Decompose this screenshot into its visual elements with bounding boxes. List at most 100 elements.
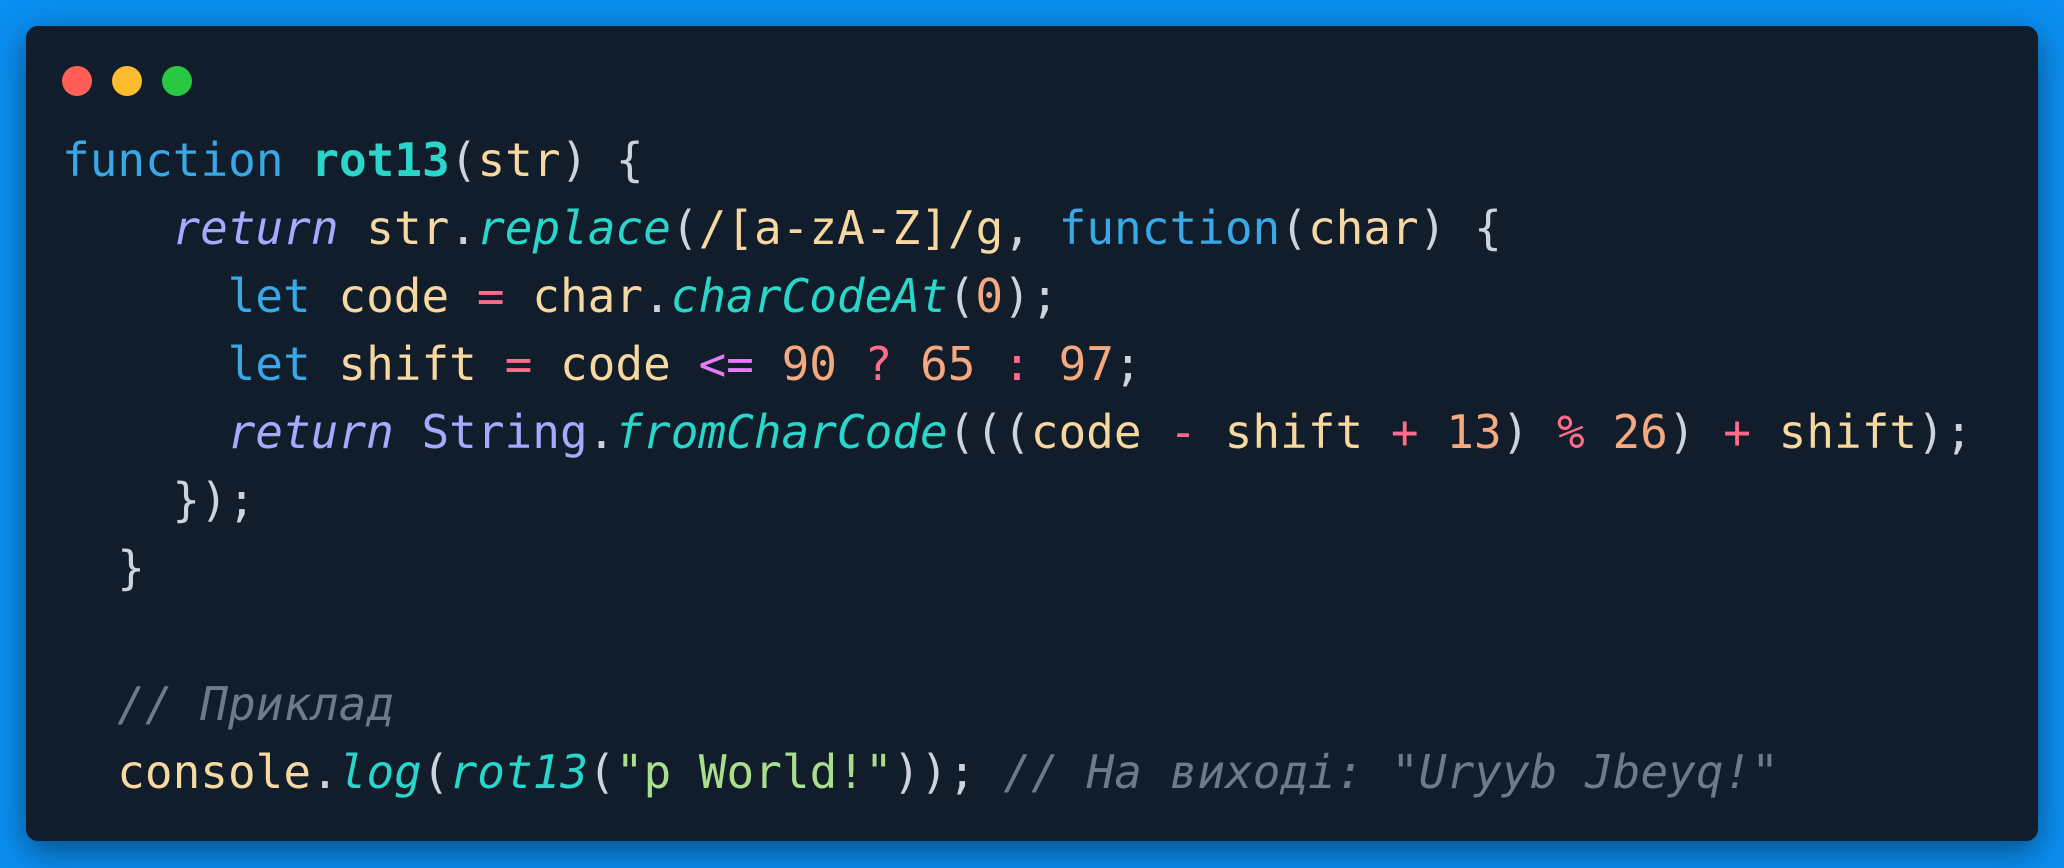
code-token: /[a-zA-Z]/g [698,201,1004,255]
code-token: ) { [560,133,644,187]
code-token: console [117,745,312,799]
code-token: : [1003,337,1031,391]
code-token: char [1307,201,1419,255]
code-token: = [476,269,505,323]
code-token: . [449,201,478,255]
code-block: function rot13(str) {return str.replace(… [62,126,1973,806]
close-window-dot-icon[interactable] [62,66,92,96]
code-token: shift [338,337,477,391]
zoom-window-dot-icon[interactable] [162,66,192,96]
code-token: ( [449,133,478,187]
code-token: }); [172,473,256,527]
code-token: ; [1113,337,1142,391]
code-token: shift [1224,405,1364,459]
code-token: ) [1667,405,1724,459]
minimize-window-dot-icon[interactable] [112,66,142,96]
code-token: . [311,745,339,799]
code-line: }); [62,466,1973,534]
code-token: . [643,269,671,323]
code-line: } [62,534,1973,602]
code-token: shift [1778,405,1918,459]
code-token: ( [947,269,976,323]
code-token: 90 [781,337,837,391]
code-token: <= [698,337,754,391]
code-token: rot13 [449,745,589,799]
code-token: ( [670,201,699,255]
code-token: . [587,405,616,459]
code-window: function rot13(str) {return str.replace(… [26,26,2038,841]
code-token: replace [477,201,671,255]
code-token: ) { [1418,201,1502,255]
code-token: return [227,405,394,459]
window-controls [62,66,192,96]
code-line: return str.replace(/[a-zA-Z]/g, function… [62,194,1973,262]
code-token: ( [588,745,616,799]
code-line: // Приклад [62,670,1973,738]
code-token: ); [1917,405,1973,459]
code-token: + [1390,405,1419,459]
code-token: function [62,133,284,187]
code-line: console.log(rot13("p World!")); // На ви… [62,738,1973,806]
code-token: String [421,405,588,459]
code-token: char [532,269,644,323]
code-token: - [1169,405,1197,459]
code-token: 97 [1058,337,1114,391]
code-line: return String.fromCharCode(((code - shif… [62,398,1973,466]
code-token: // Приклад [117,677,395,731]
code-token: ? [864,337,893,391]
code-token: + [1723,405,1751,459]
code-token: str [477,133,561,187]
code-token: // На виході: "Uryyb Jbeyq!" [1003,745,1779,799]
code-token: str [366,201,450,255]
code-line: let shift = code <= 90 ? 65 : 97; [62,330,1973,398]
code-line: function rot13(str) { [62,126,1973,194]
code-token: let [227,337,311,391]
code-token: 13 [1446,405,1502,459]
code-token: 26 [1612,405,1668,459]
code-token: function [1058,201,1281,255]
code-token: code [338,269,450,323]
code-token: rot13 [311,133,450,187]
code-token: % [1557,405,1585,459]
code-token: code [1030,405,1142,459]
code-token: log [338,745,422,799]
code-token: return [172,201,339,255]
code-token: } [117,541,145,595]
code-token: charCodeAt [670,269,948,323]
code-token: ); [1003,269,1059,323]
code-token: code [559,337,671,391]
code-line: let code = char.charCodeAt(0); [62,262,1973,330]
code-token: ) [1501,405,1558,459]
code-token: ((( [947,405,1031,459]
code-token: , [1003,201,1059,255]
code-token: ( [421,745,450,799]
code-token: fromCharCode [615,405,948,459]
code-token: 65 [920,337,976,391]
code-token: ( [1280,201,1308,255]
code-token: "p World!" [615,745,893,799]
code-token: )); [892,745,1004,799]
code-token: 0 [975,269,1004,323]
